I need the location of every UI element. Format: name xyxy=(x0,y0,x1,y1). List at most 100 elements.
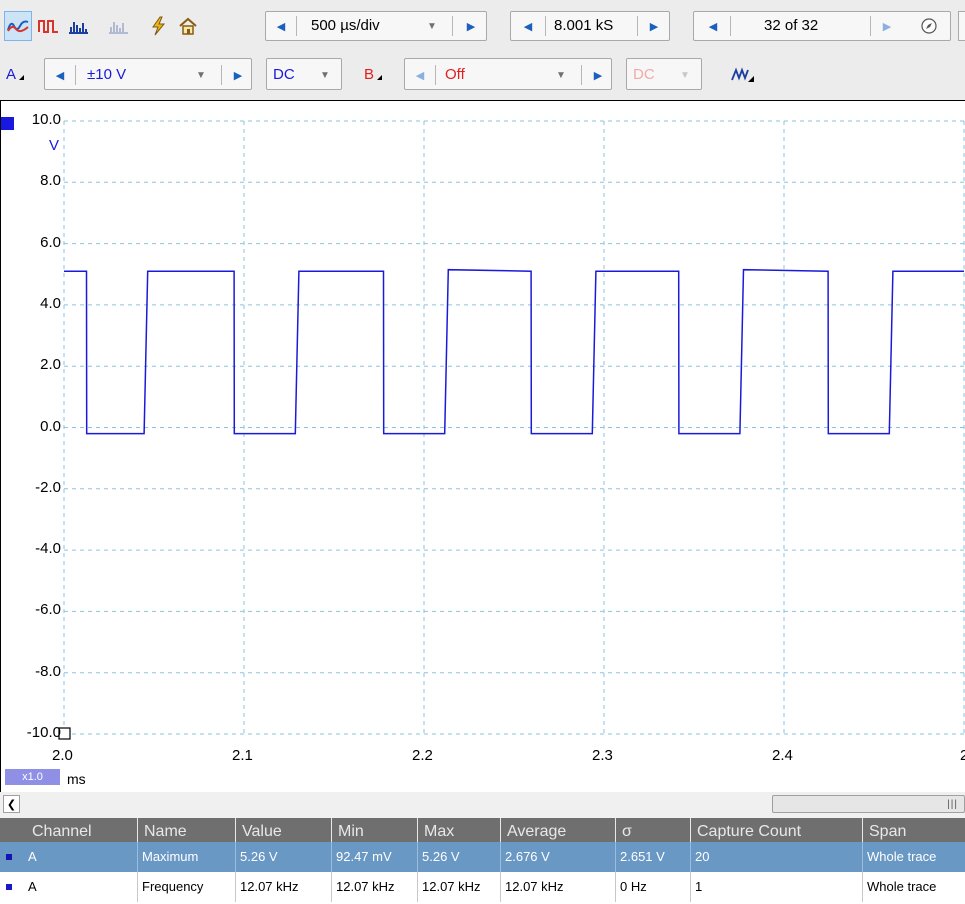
channel-a-coupling: DC xyxy=(273,66,295,83)
toolbar-overflow[interactable] xyxy=(958,11,965,41)
measurement-cell: 12.07 kHz xyxy=(235,872,331,902)
measurement-row[interactable]: A Maximum 5.26 V 92.47 mV 5.26 V 2.676 V 2.651… xyxy=(0,842,965,872)
channel-b-range-control: ◀ Off ▼ ▶ xyxy=(404,58,612,90)
x-tick-label: 2.4 xyxy=(772,747,793,764)
channel-a-button[interactable]: A xyxy=(6,66,25,83)
column-header[interactable]: Average xyxy=(500,818,615,842)
x-tick-label: 2 xyxy=(960,747,965,764)
y-axis-unit: V xyxy=(49,137,60,154)
measurement-cell: Whole trace xyxy=(862,872,965,902)
channel-a-range-increase-button[interactable]: ▶ xyxy=(225,61,251,89)
auto-setup-button[interactable] xyxy=(144,11,172,41)
plot-grid xyxy=(63,120,965,735)
measurement-cell: 20 xyxy=(690,842,862,872)
channel-a-label: A xyxy=(6,66,17,83)
measurement-cell: 2.676 V xyxy=(500,842,615,872)
buffer-next-button[interactable]: ▶ xyxy=(874,12,900,40)
persistence-mode-button[interactable] xyxy=(34,11,62,41)
measurement-cell: A xyxy=(28,849,37,864)
timebase-control: ◀ 500 µs/div ▼ ▶ xyxy=(265,11,487,41)
waveform-plot[interactable] xyxy=(1,101,965,793)
measurement-cell: Frequency xyxy=(137,872,235,902)
timebase-decrease-button[interactable]: ◀ xyxy=(268,12,294,40)
spectrum-mode-button[interactable] xyxy=(64,11,92,41)
scope-mode-button[interactable] xyxy=(4,11,32,41)
samples-value[interactable]: 8.001 kS xyxy=(554,12,613,40)
y-tick-label: -10.0 xyxy=(26,724,61,741)
channel-b-range-decrease-button[interactable]: ◀ xyxy=(407,61,433,89)
measurement-cell: 5.26 V xyxy=(235,842,331,872)
measurement-cell: 5.26 V xyxy=(417,842,500,872)
channel-a-range-dropdown-icon[interactable]: ▼ xyxy=(191,61,211,89)
channel-a-axis-marker[interactable] xyxy=(1,117,14,130)
x-tick-label: 2.0 xyxy=(52,747,73,764)
channel-options-icon xyxy=(731,67,754,82)
buffer-previous-button[interactable]: ◀ xyxy=(700,12,726,40)
zoom-badge[interactable]: x1.0 xyxy=(5,769,60,785)
channel-b-range-increase-button[interactable]: ▶ xyxy=(585,61,611,89)
x-tick-label: 2.2 xyxy=(412,747,433,764)
measurement-cell: 12.07 kHz xyxy=(500,872,615,902)
measurement-cell: Whole trace xyxy=(862,842,965,872)
measurement-cell: A xyxy=(28,879,37,894)
channel-b-coupling: DC xyxy=(633,66,655,83)
main-toolbar: ◀ 500 µs/div ▼ ▶ ◀ 8.001 kS ▶ ◀ 32 of 32… xyxy=(0,0,965,48)
channel-toolbar: A ◀ ±10 V ▼ ▶ DC ▼ B ◀ Off ▼ ▶ DC ▼ xyxy=(0,48,965,100)
home-icon xyxy=(179,17,197,35)
column-header[interactable]: Name xyxy=(137,818,235,842)
horizontal-scrollbar[interactable]: ❮ ||| xyxy=(0,792,965,816)
scroll-thumb[interactable]: ||| xyxy=(772,795,965,813)
channel-a-coupling-dropdown-icon: ▼ xyxy=(320,69,330,81)
channel-b-label: B xyxy=(364,66,375,83)
channel-a-coupling-control[interactable]: DC ▼ xyxy=(266,58,342,90)
measurement-cell: Maximum xyxy=(137,842,235,872)
channel-b-coupling-control[interactable]: DC ▼ xyxy=(626,58,702,90)
timebase-value[interactable]: 500 µs/div xyxy=(311,12,380,40)
channel-b-range[interactable]: Off xyxy=(445,61,465,89)
measurement-cell: 0 Hz xyxy=(615,872,690,902)
compass-icon xyxy=(921,18,937,34)
channel-a-range-control: ◀ ±10 V ▼ ▶ xyxy=(44,58,252,90)
channel-a-range[interactable]: ±10 V xyxy=(87,61,126,89)
buffer-navigator: ◀ 32 of 32 ▶ xyxy=(693,11,951,41)
measurement-row[interactable]: A Frequency 12.07 kHz 12.07 kHz 12.07 kHz 12.… xyxy=(0,872,965,902)
x-axis-unit: ms xyxy=(67,771,86,787)
scroll-left-button[interactable]: ❮ xyxy=(3,795,20,813)
row-channel-marker xyxy=(6,854,12,860)
auto-setup-icon xyxy=(152,16,166,36)
column-header[interactable]: Min xyxy=(331,818,417,842)
y-tick-label: 6.0 xyxy=(40,233,61,251)
measurement-cell: 2.651 V xyxy=(615,842,690,872)
y-tick-label: 4.0 xyxy=(40,294,61,312)
channel-b-coupling-dropdown-icon: ▼ xyxy=(680,69,690,81)
measurements-table: Channel Name Value Min Max Average σ Capture Co… xyxy=(0,818,965,904)
samples-increase-button[interactable]: ▶ xyxy=(641,12,667,40)
scope-view[interactable]: V 10.0 8.0 6.0 4.0 2.0 0.0 -2.0 -4.0 -6.0 -8.0 -10… xyxy=(0,100,965,792)
measurements-header: Channel Name Value Min Max Average σ Capture Co… xyxy=(0,818,965,842)
spectrum-disabled-button[interactable] xyxy=(104,11,132,41)
channel-a-range-decrease-button[interactable]: ◀ xyxy=(47,61,73,89)
channel-b-range-dropdown-icon[interactable]: ▼ xyxy=(551,61,571,89)
y-tick-label: 8.0 xyxy=(40,172,61,190)
persistence-mode-icon xyxy=(38,20,58,33)
column-header[interactable]: Span xyxy=(862,818,965,842)
measurement-cell: 12.07 kHz xyxy=(331,872,417,902)
column-header[interactable]: Max xyxy=(417,818,500,842)
samples-decrease-button[interactable]: ◀ xyxy=(515,12,541,40)
column-header[interactable]: Channel xyxy=(0,818,137,842)
timebase-increase-button[interactable]: ▶ xyxy=(458,12,484,40)
buffer-position: 32 of 32 xyxy=(764,17,819,34)
column-header[interactable]: Capture Count xyxy=(690,818,862,842)
column-header[interactable]: σ xyxy=(615,818,690,842)
y-tick-label: -4.0 xyxy=(35,540,61,558)
channel-options-button[interactable] xyxy=(726,60,760,90)
y-tick-label: 10.0 xyxy=(31,111,61,128)
scope-mode-icon xyxy=(7,20,29,33)
home-button[interactable] xyxy=(174,11,202,41)
measurement-cell: 12.07 kHz xyxy=(417,872,500,902)
channel-b-button[interactable]: B xyxy=(364,66,383,83)
timebase-dropdown-icon[interactable]: ▼ xyxy=(422,12,442,40)
column-header[interactable]: Value xyxy=(235,818,331,842)
y-tick-label: -6.0 xyxy=(35,601,61,619)
buffer-navigator-button[interactable] xyxy=(916,12,942,40)
